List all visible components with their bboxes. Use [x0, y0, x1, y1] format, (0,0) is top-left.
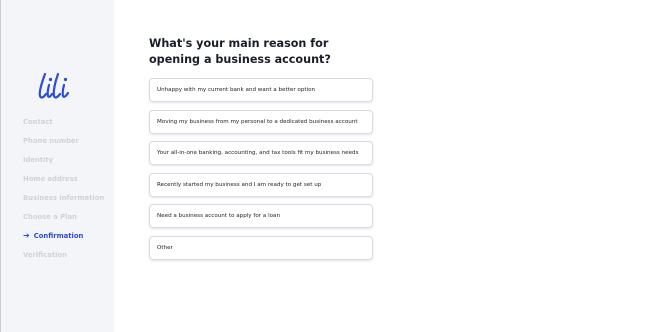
step-identity: Identity — [23, 150, 104, 169]
arrow-right-icon: ➔ — [23, 230, 30, 240]
step-label: Home address — [23, 174, 78, 183]
option-loan[interactable]: Need a business account to apply for a l… — [149, 204, 373, 228]
step-confirmation: ➔ Confirmation — [23, 226, 104, 245]
step-choose-a-plan: Choose a Plan — [23, 207, 104, 226]
step-label: Contact — [23, 117, 53, 126]
reason-options: Unhappy with my current bank and want a … — [149, 78, 389, 267]
step-label: Verification — [23, 250, 67, 259]
app-root: Contact Phone number Identity Home addre… — [0, 0, 670, 332]
option-recently-started[interactable]: Recently started my business and I am re… — [149, 172, 373, 197]
lili-logo[interactable] — [36, 72, 80, 100]
sidebar: Contact Phone number Identity Home addre… — [0, 0, 114, 332]
step-home-address: Home address — [23, 169, 104, 188]
step-label: Phone number — [23, 136, 79, 145]
onboarding-steps: Contact Phone number Identity Home addre… — [23, 112, 104, 264]
step-label: Identity — [23, 155, 54, 164]
step-business-information: Business information — [23, 188, 104, 207]
step-label: Choose a Plan — [23, 212, 77, 221]
option-unhappy-with-bank[interactable]: Unhappy with my current bank and want a … — [149, 78, 373, 102]
step-contact: Contact — [23, 112, 104, 131]
step-label: Confirmation — [33, 231, 84, 240]
step-phone-number: Phone number — [23, 131, 104, 150]
option-other[interactable]: Other — [149, 235, 373, 260]
page-title: What's your main reason for opening a bu… — [149, 37, 331, 66]
main-content: What's your main reason for opening a bu… — [149, 36, 389, 267]
lili-logo-icon — [38, 72, 70, 99]
step-verification: Verification — [23, 245, 104, 264]
option-moving-business[interactable]: Moving my business from my personal to a… — [149, 109, 373, 134]
option-all-in-one-tools[interactable]: Your all-in-one banking, accounting, and… — [149, 141, 373, 165]
step-label: Business information — [23, 193, 105, 202]
